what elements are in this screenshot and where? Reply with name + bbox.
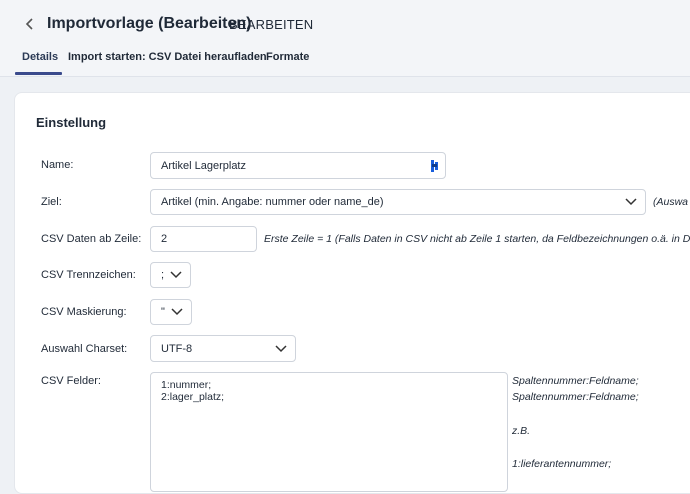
back-button[interactable] xyxy=(20,14,40,34)
fields-line: 2:lager_platz; xyxy=(161,391,225,403)
csv-start-hint: Erste Zeile = 1 (Falls Daten in CSV nich… xyxy=(264,233,690,245)
name-input[interactable]: Artikel Lagerplatz xyxy=(150,152,446,179)
ziel-select-value: Artikel (min. Angabe: nummer oder name_d… xyxy=(161,196,384,208)
chevron-down-icon xyxy=(170,271,182,279)
fields-help-line: Spaltennummer:Feldname; xyxy=(512,391,639,403)
charset-label: Auswahl Charset: xyxy=(41,343,128,355)
tab-formate[interactable]: Formate xyxy=(266,51,309,63)
chevron-down-icon xyxy=(275,344,287,352)
chevron-down-icon xyxy=(171,308,183,316)
page-header: Importvorlage (Bearbeiten) BEARBEITEN xyxy=(0,0,690,77)
charset-value: UTF-8 xyxy=(161,342,193,355)
separator-select[interactable]: ; xyxy=(150,262,191,288)
csv-start-label: CSV Daten ab Zeile: xyxy=(41,233,142,245)
section-title: Einstellung xyxy=(36,115,107,130)
name-input-value: Artikel Lagerplatz xyxy=(161,159,246,172)
active-tab-indicator xyxy=(15,72,62,75)
masking-select[interactable]: " xyxy=(150,299,192,325)
fields-line: 1:nummer; xyxy=(161,379,212,391)
separator-value: ; xyxy=(161,269,165,281)
fields-help-line: Spaltennummer:Feldname; xyxy=(512,375,639,387)
chevron-left-icon xyxy=(25,18,33,30)
fields-help-line: 1:lieferantennummer; xyxy=(512,458,612,470)
separator-label: CSV Trennzeichen: xyxy=(41,269,136,281)
chevron-down-icon xyxy=(625,198,637,206)
fields-textarea[interactable]: 1:nummer; 2:lager_platz; xyxy=(150,372,508,492)
fields-label: CSV Felder: xyxy=(41,375,101,387)
tab-details[interactable]: Details xyxy=(22,51,58,63)
fields-help-line: z.B. xyxy=(512,425,531,437)
masking-label: CSV Maskierung: xyxy=(41,306,127,318)
name-label: Name: xyxy=(41,159,74,171)
page-subtitle: BEARBEITEN xyxy=(229,17,314,32)
charset-select[interactable]: UTF-8 xyxy=(150,335,296,362)
bitwarden-icon[interactable] xyxy=(430,159,440,173)
ziel-label: Ziel: xyxy=(41,196,62,208)
csv-start-value: 2 xyxy=(161,233,168,245)
tab-import-starten[interactable]: Import starten: CSV Datei heraufladen xyxy=(68,51,267,63)
ziel-hint: (Auswa xyxy=(653,196,689,208)
ziel-select[interactable]: Artikel (min. Angabe: nummer oder name_d… xyxy=(150,189,646,215)
masking-value: " xyxy=(161,306,165,318)
page-title: Importvorlage (Bearbeiten) xyxy=(47,15,252,32)
csv-start-input[interactable]: 2 xyxy=(150,226,257,252)
